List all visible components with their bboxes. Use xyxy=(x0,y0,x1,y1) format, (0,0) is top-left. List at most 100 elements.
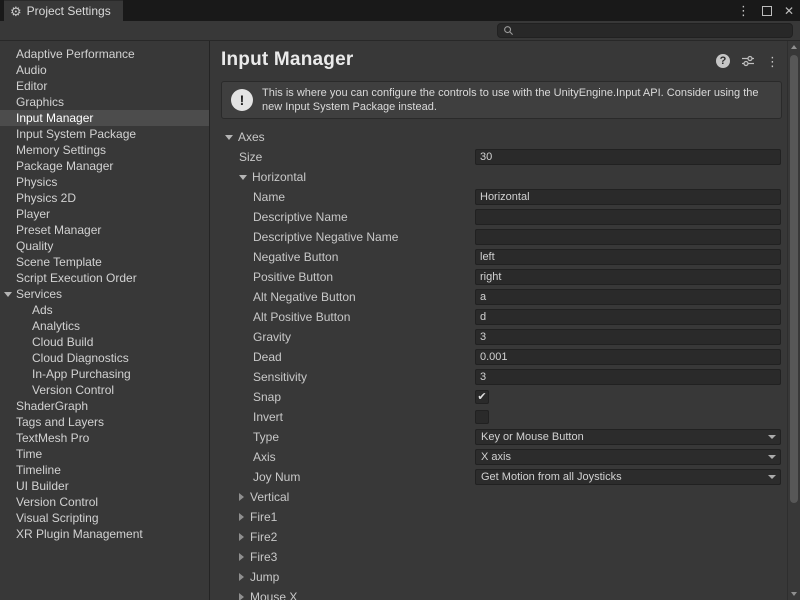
scroll-down-icon[interactable] xyxy=(791,592,797,596)
property-label[interactable]: Fire1 xyxy=(250,510,277,524)
sidebar-item-time[interactable]: Time xyxy=(0,446,209,462)
property-label[interactable]: Vertical xyxy=(250,490,289,504)
sidebar-item-scene-template[interactable]: Scene Template xyxy=(0,254,209,270)
gravity-field[interactable] xyxy=(475,329,781,345)
foldout-closed-icon[interactable] xyxy=(239,493,244,501)
sidebar-item-tags-and-layers[interactable]: Tags and Layers xyxy=(0,414,209,430)
size-field[interactable] xyxy=(475,149,781,165)
property-row-snap: Snap✔ xyxy=(211,387,787,407)
sidebar-item-audio[interactable]: Audio xyxy=(0,62,209,78)
sidebar-item-cloud-diagnostics[interactable]: Cloud Diagnostics xyxy=(0,350,209,366)
foldout-open-icon[interactable] xyxy=(225,135,233,140)
sidebar-item-memory-settings[interactable]: Memory Settings xyxy=(0,142,209,158)
sidebar-item-in-app-purchasing[interactable]: In-App Purchasing xyxy=(0,366,209,382)
sidebar-item-input-manager[interactable]: Input Manager xyxy=(0,110,209,126)
search-input[interactable] xyxy=(518,25,787,37)
snap-checkbox[interactable]: ✔ xyxy=(475,390,489,404)
sidebar-item-player[interactable]: Player xyxy=(0,206,209,222)
sidebar-item-ui-builder[interactable]: UI Builder xyxy=(0,478,209,494)
property-row-sensitivity: Sensitivity xyxy=(211,367,787,387)
name-field[interactable] xyxy=(475,189,781,205)
alt-positive-button-field[interactable] xyxy=(475,309,781,325)
sidebar-item-timeline[interactable]: Timeline xyxy=(0,462,209,478)
property-row-horizontal: Horizontal xyxy=(211,167,787,187)
property-row-descriptive-name: Descriptive Name xyxy=(211,207,787,227)
property-row-jump: Jump xyxy=(211,567,787,587)
sidebar-item-graphics[interactable]: Graphics xyxy=(0,94,209,110)
more-icon[interactable]: ⋮ xyxy=(766,55,779,68)
close-icon[interactable]: ✕ xyxy=(784,4,794,18)
foldout-closed-icon[interactable] xyxy=(239,553,244,561)
property-label[interactable]: Fire3 xyxy=(250,550,277,564)
sidebar-item-xr-plugin-management[interactable]: XR Plugin Management xyxy=(0,526,209,542)
dead-field[interactable] xyxy=(475,349,781,365)
sidebar-item-editor[interactable]: Editor xyxy=(0,78,209,94)
vertical-scrollbar[interactable] xyxy=(787,41,800,600)
alt-negative-button-field[interactable] xyxy=(475,289,781,305)
sensitivity-field[interactable] xyxy=(475,369,781,385)
property-row-vertical: Vertical xyxy=(211,487,787,507)
property-label[interactable]: Fire2 xyxy=(250,530,277,544)
sidebar-item-version-control[interactable]: Version Control xyxy=(0,494,209,510)
scroll-up-icon[interactable] xyxy=(791,45,797,49)
descriptive-name-field[interactable] xyxy=(475,209,781,225)
property-value-cell xyxy=(475,349,781,365)
sidebar-item-analytics[interactable]: Analytics xyxy=(0,318,209,334)
property-value-cell xyxy=(475,289,781,305)
help-icon[interactable]: ? xyxy=(716,54,730,68)
property-row-dead: Dead xyxy=(211,347,787,367)
foldout-open-icon[interactable] xyxy=(239,175,247,180)
property-label: Negative Button xyxy=(253,250,338,264)
presets-icon[interactable] xyxy=(741,55,755,67)
sidebar-item-input-system-package[interactable]: Input System Package xyxy=(0,126,209,142)
sidebar-item-ads[interactable]: Ads xyxy=(0,302,209,318)
sidebar-item-physics-2d[interactable]: Physics 2D xyxy=(0,190,209,206)
property-value-cell xyxy=(475,369,781,385)
sidebar-item-physics[interactable]: Physics xyxy=(0,174,209,190)
foldout-open-icon[interactable] xyxy=(4,292,12,297)
sidebar-item-shadergraph[interactable]: ShaderGraph xyxy=(0,398,209,414)
descriptive-negative-name-field[interactable] xyxy=(475,229,781,245)
search-box[interactable] xyxy=(497,23,793,38)
property-label-cell: Axis xyxy=(211,450,475,464)
sidebar-item-package-manager[interactable]: Package Manager xyxy=(0,158,209,174)
foldout-closed-icon[interactable] xyxy=(239,533,244,541)
property-row-size: Size xyxy=(211,147,787,167)
scrollbar-thumb[interactable] xyxy=(790,55,798,503)
invert-checkbox[interactable] xyxy=(475,410,489,424)
property-row-invert: Invert xyxy=(211,407,787,427)
sidebar-item-version-control[interactable]: Version Control xyxy=(0,382,209,398)
sidebar-item-textmesh-pro[interactable]: TextMesh Pro xyxy=(0,430,209,446)
maximize-icon[interactable] xyxy=(762,6,772,16)
axis-dropdown[interactable]: X axis xyxy=(475,449,781,465)
negative-button-field[interactable] xyxy=(475,249,781,265)
sidebar-item-cloud-build[interactable]: Cloud Build xyxy=(0,334,209,350)
property-label-cell: Alt Positive Button xyxy=(211,310,475,324)
foldout-closed-icon[interactable] xyxy=(239,573,244,581)
property-label[interactable]: Mouse X xyxy=(250,590,297,600)
property-label: Positive Button xyxy=(253,270,333,284)
sidebar-item-preset-manager[interactable]: Preset Manager xyxy=(0,222,209,238)
info-text: This is where you can configure the cont… xyxy=(262,86,772,114)
property-label[interactable]: Horizontal xyxy=(252,170,306,184)
sidebar-item-script-execution-order[interactable]: Script Execution Order xyxy=(0,270,209,286)
property-label-cell: Positive Button xyxy=(211,270,475,284)
sidebar-item-adaptive-performance[interactable]: Adaptive Performance xyxy=(0,46,209,62)
property-label[interactable]: Axes xyxy=(238,130,265,144)
foldout-closed-icon[interactable] xyxy=(239,513,244,521)
type-dropdown[interactable]: Key or Mouse Button xyxy=(475,429,781,445)
foldout-closed-icon[interactable] xyxy=(239,593,244,600)
tab-project-settings[interactable]: ⚙ Project Settings xyxy=(4,0,123,21)
window-menu-icon[interactable]: ⋮ xyxy=(737,4,750,17)
sidebar-item-visual-scripting[interactable]: Visual Scripting xyxy=(0,510,209,526)
sidebar-item-quality[interactable]: Quality xyxy=(0,238,209,254)
joy-num-dropdown[interactable]: Get Motion from all Joysticks xyxy=(475,469,781,485)
property-value-cell: Key or Mouse Button xyxy=(475,429,781,445)
sidebar-item-services[interactable]: Services xyxy=(0,286,209,302)
property-label-cell: Name xyxy=(211,190,475,204)
positive-button-field[interactable] xyxy=(475,269,781,285)
sidebar-item-label: UI Builder xyxy=(16,479,69,493)
window-tab-bar: ⚙ Project Settings ⋮ ✕ xyxy=(0,0,800,21)
property-label[interactable]: Jump xyxy=(250,570,279,584)
property-label-cell: Snap xyxy=(211,390,475,404)
